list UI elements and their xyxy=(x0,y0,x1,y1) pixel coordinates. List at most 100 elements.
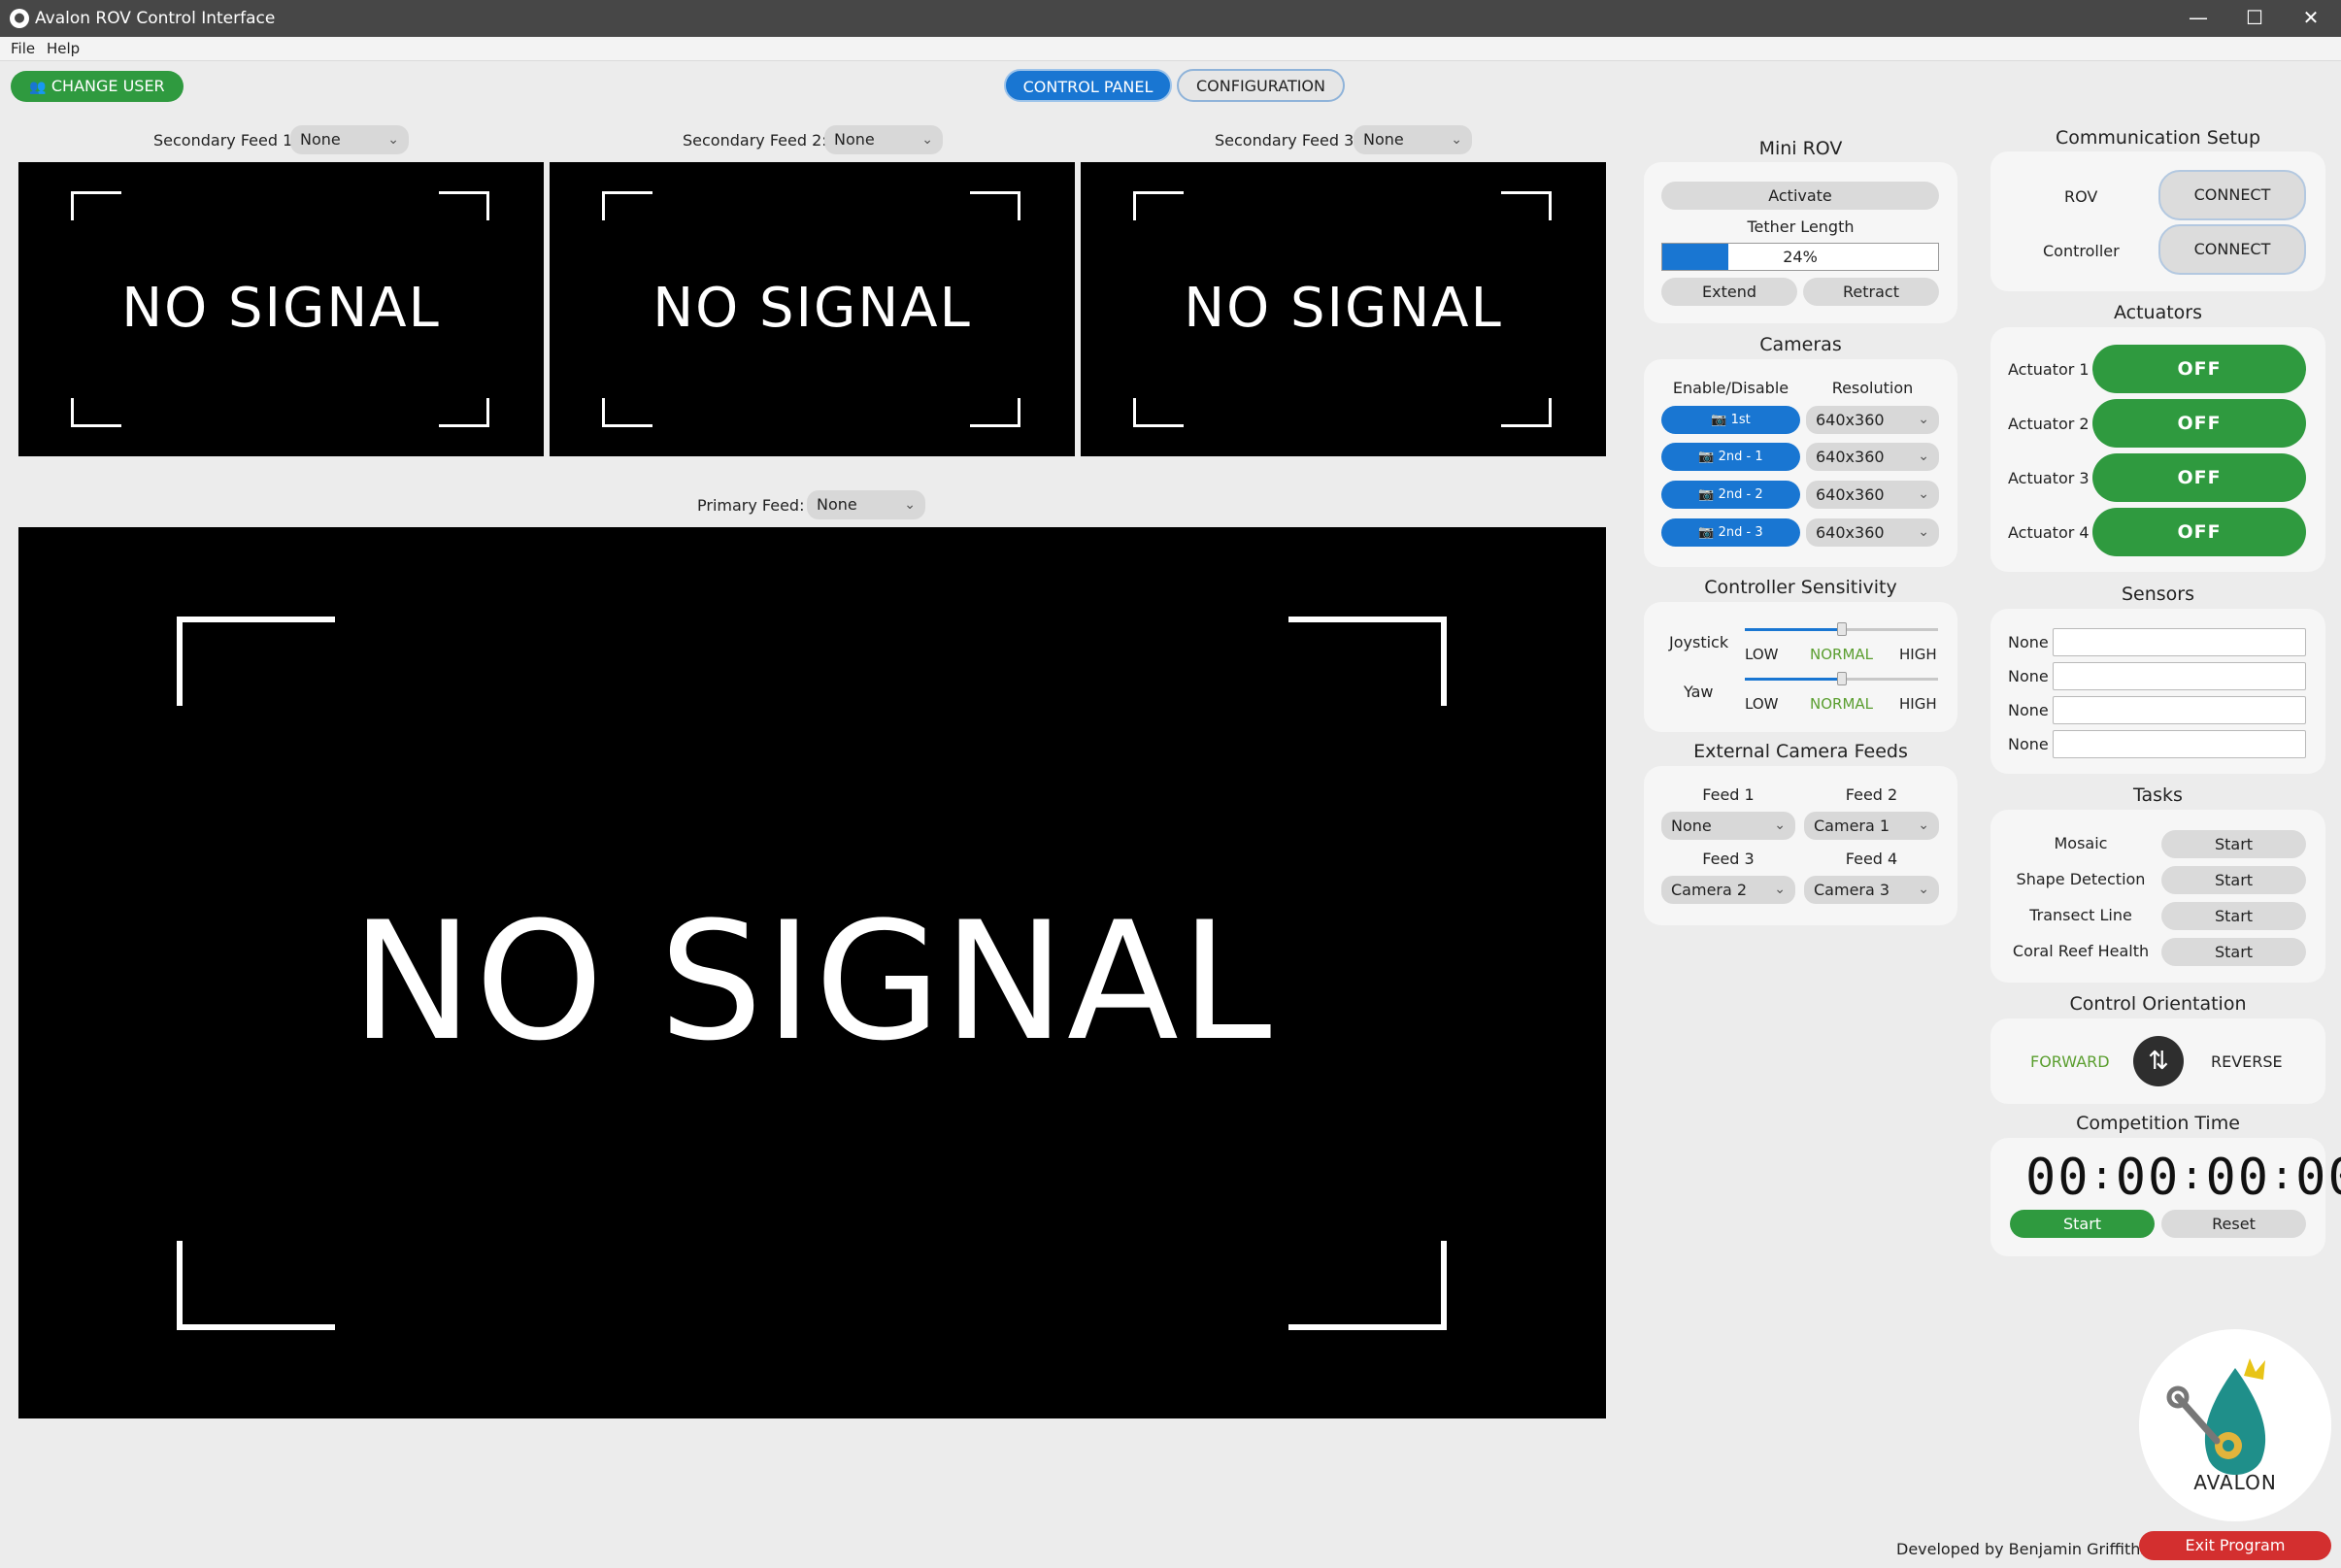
exit-program-button[interactable]: Exit Program xyxy=(2139,1531,2331,1560)
mini-rov-title: Mini ROV xyxy=(1758,138,1843,159)
joystick-sensitivity-slider[interactable] xyxy=(1745,622,1938,636)
primary-feed-label: Primary Feed: xyxy=(697,496,805,515)
slider-handle[interactable] xyxy=(1836,622,1847,636)
chevron-down-icon: ⌄ xyxy=(1918,412,1929,427)
chevron-down-icon: ⌄ xyxy=(1918,449,1929,464)
timer-minutes: 00 xyxy=(2205,1149,2271,1207)
activate-button[interactable]: Activate xyxy=(1661,182,1939,210)
secondary-feed-1-select[interactable]: None ⌄ xyxy=(290,125,409,154)
feed-2-select[interactable]: Camera 1 ⌄ xyxy=(1804,812,1939,840)
camera-2nd-1-resolution-select[interactable]: 640x360 ⌄ xyxy=(1806,443,1939,471)
timer-hours: 00 xyxy=(2115,1149,2181,1207)
tab-configuration[interactable]: CONFIGURATION xyxy=(1177,69,1345,102)
menu-file[interactable]: File xyxy=(11,40,35,57)
extend-button[interactable]: Extend xyxy=(1661,278,1797,306)
rov-label: ROV xyxy=(2064,187,2098,206)
camera-1st-toggle[interactable]: 📷 1st xyxy=(1661,406,1800,434)
slider-handle[interactable] xyxy=(1836,672,1847,685)
sensor-1-label: None xyxy=(2008,633,2049,651)
secondary-feed-2: NO SIGNAL xyxy=(550,162,1075,456)
no-signal-text: NO SIGNAL xyxy=(1184,277,1503,340)
timer-start-button[interactable]: Start xyxy=(2010,1210,2155,1238)
competition-time-title: Competition Time xyxy=(2076,1113,2240,1134)
chevron-down-icon: ⌄ xyxy=(1918,817,1929,833)
joystick-label: Joystick xyxy=(1669,633,1729,651)
feed-2-label: Feed 2 xyxy=(1845,785,1898,804)
timer-seconds: 00 xyxy=(2295,1149,2341,1207)
timer-reset-button[interactable]: Reset xyxy=(2161,1210,2306,1238)
camera-icon: 📷 xyxy=(1711,413,1727,427)
camera-1st-resolution-select[interactable]: 640x360 ⌄ xyxy=(1806,406,1939,434)
reverse-label: REVERSE xyxy=(2211,1052,2283,1071)
tether-percent-text: 24% xyxy=(1783,248,1818,266)
secondary-feed-1-value: None xyxy=(300,130,341,149)
feed-3-select[interactable]: Camera 2 ⌄ xyxy=(1661,876,1795,904)
task-shape-detection-start-button[interactable]: Start xyxy=(2161,866,2306,894)
communication-title: Communication Setup xyxy=(2055,127,2261,149)
timer-days: 00 xyxy=(2025,1149,2090,1207)
secondary-feed-2-select[interactable]: None ⌄ xyxy=(824,125,943,154)
retract-button[interactable]: Retract xyxy=(1803,278,1939,306)
actuator-3-label: Actuator 3 xyxy=(2008,469,2090,487)
sensor-3-label: None xyxy=(2008,701,2049,719)
feed-4-select[interactable]: Camera 3 ⌄ xyxy=(1804,876,1939,904)
yaw-low-label: LOW xyxy=(1745,695,1779,713)
chevron-down-icon: ⌄ xyxy=(1774,882,1786,897)
sensor-3-value xyxy=(2053,696,2306,724)
yaw-normal-label: NORMAL xyxy=(1810,695,1874,713)
actuator-2-toggle[interactable]: OFF xyxy=(2092,399,2306,448)
forward-label: FORWARD xyxy=(2030,1052,2110,1071)
enable-disable-header: Enable/Disable xyxy=(1672,379,1789,397)
controller-connect-button[interactable]: CONNECT xyxy=(2158,224,2306,275)
camera-2nd-2-toggle[interactable]: 📷 2nd - 2 xyxy=(1661,481,1800,509)
camera-2nd-3-toggle[interactable]: 📷 2nd - 3 xyxy=(1661,518,1800,547)
actuator-4-toggle[interactable]: OFF xyxy=(2092,508,2306,556)
camera-2nd-1-toggle[interactable]: 📷 2nd - 1 xyxy=(1661,443,1800,471)
joystick-high-label: HIGH xyxy=(1899,646,1937,663)
secondary-feed-1-label: Secondary Feed 1: xyxy=(153,131,298,150)
external-feeds-title: External Camera Feeds xyxy=(1693,741,1908,762)
chevron-down-icon: ⌄ xyxy=(904,497,916,513)
feed-3-label: Feed 3 xyxy=(1702,850,1755,868)
chevron-down-icon: ⌄ xyxy=(1451,132,1462,148)
maximize-button[interactable]: ☐ xyxy=(2226,0,2283,37)
task-transect-line-label: Transect Line xyxy=(2029,906,2132,924)
task-mosaic-start-button[interactable]: Start xyxy=(2161,830,2306,858)
yaw-high-label: HIGH xyxy=(1899,695,1937,713)
primary-feed-select[interactable]: None ⌄ xyxy=(807,490,925,519)
task-coral-reef-health-start-button[interactable]: Start xyxy=(2161,938,2306,966)
camera-icon: 📷 xyxy=(1698,525,1715,540)
tab-control-panel[interactable]: CONTROL PANEL xyxy=(1004,69,1172,102)
tether-length-label: Tether Length xyxy=(1747,217,1855,236)
actuator-4-label: Actuator 4 xyxy=(2008,523,2090,542)
change-user-label: CHANGE USER xyxy=(50,77,165,95)
camera-2nd-2-resolution-select[interactable]: 640x360 ⌄ xyxy=(1806,481,1939,509)
tether-length-progress: 24% xyxy=(1661,243,1939,271)
developer-credit: Developed by Benjamin Griffiths xyxy=(1896,1540,2149,1558)
feed-1-label: Feed 1 xyxy=(1702,785,1755,804)
secondary-feed-2-value: None xyxy=(834,130,875,149)
task-transect-line-start-button[interactable]: Start xyxy=(2161,902,2306,930)
sensor-4-value xyxy=(2053,730,2306,758)
actuator-1-toggle[interactable]: OFF xyxy=(2092,345,2306,393)
actuator-3-toggle[interactable]: OFF xyxy=(2092,453,2306,502)
menu-help[interactable]: Help xyxy=(47,40,80,57)
swap-vertical-icon[interactable]: ⇅ xyxy=(2133,1036,2184,1086)
logo-text: AVALON xyxy=(2193,1471,2277,1494)
joystick-normal-label: NORMAL xyxy=(1810,646,1874,663)
minimize-button[interactable]: — xyxy=(2170,0,2226,37)
camera-2nd-3-resolution-select[interactable]: 640x360 ⌄ xyxy=(1806,518,1939,547)
feed-1-select[interactable]: None ⌄ xyxy=(1661,812,1795,840)
feed-4-value: Camera 3 xyxy=(1814,881,1890,899)
primary-feed-value: None xyxy=(817,495,857,514)
resolution-value: 640x360 xyxy=(1816,485,1885,504)
secondary-feed-3-select[interactable]: None ⌄ xyxy=(1354,125,1472,154)
chevron-down-icon: ⌄ xyxy=(387,132,399,148)
task-coral-reef-health-label: Coral Reef Health xyxy=(2012,942,2150,960)
camera-icon: 📷 xyxy=(1698,450,1715,464)
orientation-title: Control Orientation xyxy=(2069,993,2247,1015)
yaw-sensitivity-slider[interactable] xyxy=(1745,672,1938,685)
rov-connect-button[interactable]: CONNECT xyxy=(2158,170,2306,220)
change-user-button[interactable]: 👥 CHANGE USER xyxy=(11,71,184,102)
close-button[interactable]: ✕ xyxy=(2283,0,2339,37)
